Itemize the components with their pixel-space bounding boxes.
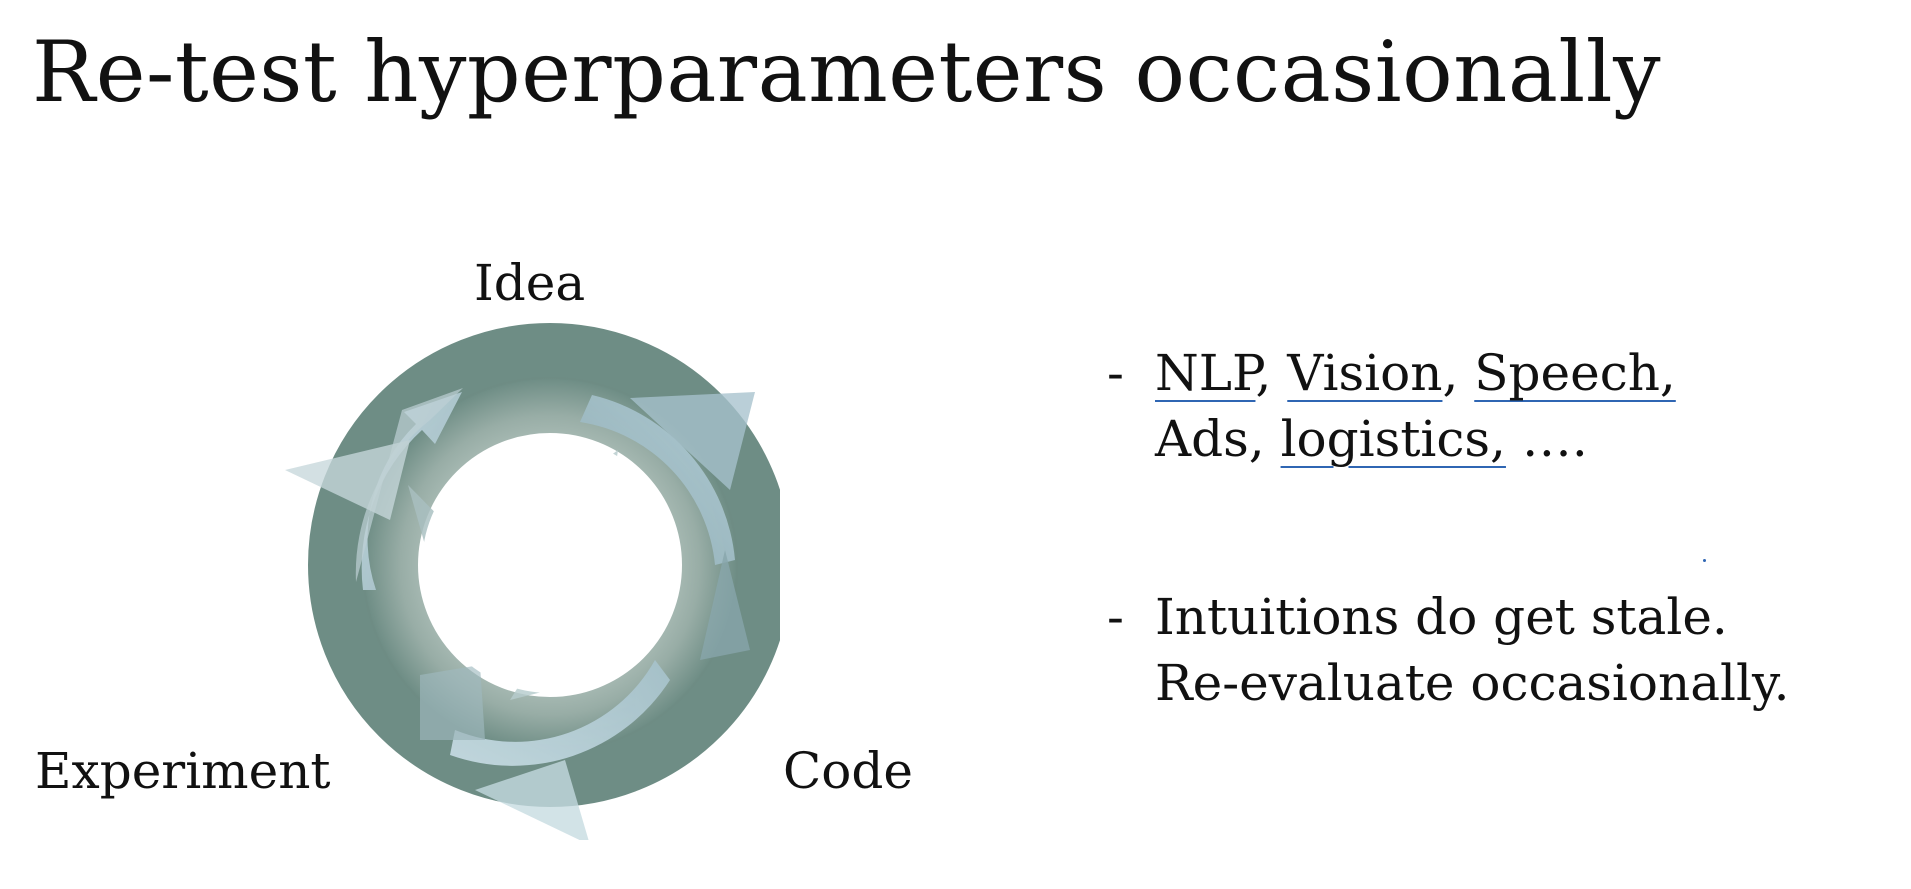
domain-speech: Speech, bbox=[1474, 344, 1676, 402]
slide-title: Re-test hyperparameters occasionally bbox=[32, 23, 1662, 121]
domain-nlp: NLP bbox=[1155, 344, 1256, 402]
bullet-line: Ads, logistics, …. bbox=[1155, 406, 1887, 472]
domain-ads: Ads, bbox=[1155, 410, 1281, 468]
bullet-line: Re-evaluate occasionally. bbox=[1155, 650, 1887, 716]
bullet-line: Intuitions do get stale. bbox=[1155, 584, 1887, 650]
intuitions-text: Intuitions do get stale. bbox=[1155, 588, 1728, 646]
ellipsis: …. bbox=[1505, 410, 1588, 468]
bullet-line: NLP, Vision, Speech, bbox=[1155, 340, 1887, 406]
cycle-label-experiment: Experiment bbox=[35, 742, 331, 800]
cycle-label-code: Code bbox=[783, 742, 913, 800]
bullet-item-domains: - NLP, Vision, Speech, Ads, logistics, …… bbox=[1107, 340, 1887, 472]
ink-dot bbox=[1703, 559, 1706, 562]
cycle-label-idea: Idea bbox=[474, 254, 586, 312]
bullet-item-intuitions: - Intuitions do get stale. Re-evaluate o… bbox=[1107, 584, 1887, 716]
bullet-dash: - bbox=[1107, 588, 1124, 646]
bullet-dash: - bbox=[1107, 344, 1124, 402]
slide: Re-test hyperparameters occasionally Ide… bbox=[0, 0, 1911, 889]
reevaluate-text: Re-evaluate occasionally. bbox=[1155, 654, 1790, 712]
separator: , bbox=[1255, 344, 1288, 402]
domain-logistics: logistics, bbox=[1280, 410, 1506, 468]
domain-vision: Vision bbox=[1287, 344, 1443, 402]
separator: , bbox=[1442, 344, 1475, 402]
idea-code-experiment-cycle bbox=[285, 323, 780, 840]
bullet-list: - NLP, Vision, Speech, Ads, logistics, …… bbox=[1107, 340, 1887, 716]
